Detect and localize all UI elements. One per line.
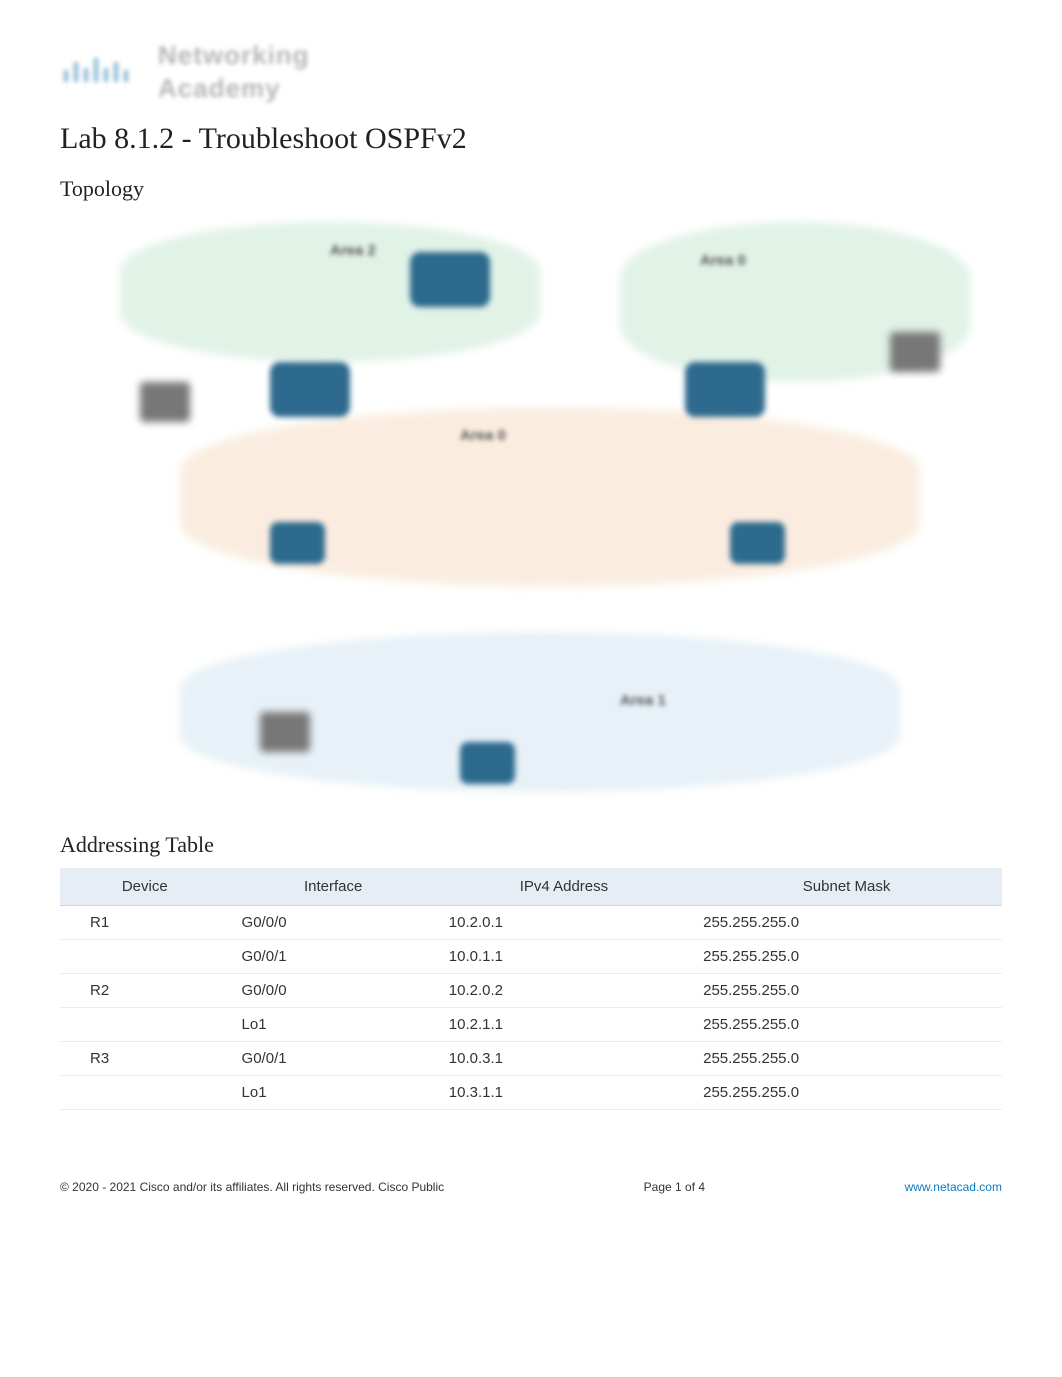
copyright-text: © 2020 - 2021 Cisco and/or its affiliate… (60, 1180, 444, 1194)
addressing-table: Device Interface IPv4 Address Subnet Mas… (60, 868, 1002, 1110)
table-row: R3 G0/0/1 10.0.3.1 255.255.255.0 (60, 1042, 1002, 1076)
area-label-0a: Area 0 (700, 252, 746, 269)
col-ipv4: IPv4 Address (437, 868, 691, 906)
area-label-2: Area 2 (330, 242, 376, 259)
cell-device (60, 1008, 230, 1042)
logo-line1: Networking (158, 40, 310, 71)
page-footer: © 2020 - 2021 Cisco and/or its affiliate… (60, 1180, 1002, 1194)
cell-mask: 255.255.255.0 (691, 1076, 1002, 1110)
cell-ipv4: 10.0.1.1 (437, 940, 691, 974)
topology-diagram: Area 0 Area 0 Area 1 Area 2 (60, 212, 1002, 812)
page-title: Lab 8.1.2 - Troubleshoot OSPFv2 (60, 122, 1002, 156)
topology-heading: Topology (60, 176, 1002, 202)
router-top-icon (410, 252, 490, 307)
cell-ipv4: 10.2.0.1 (437, 906, 691, 940)
cell-interface: G0/0/1 (230, 940, 437, 974)
pc-bottom-icon (260, 712, 310, 752)
pc-left-icon (140, 382, 190, 422)
table-row: Lo1 10.3.1.1 255.255.255.0 (60, 1076, 1002, 1110)
col-interface: Interface (230, 868, 437, 906)
logo-block: Networking Academy (60, 40, 1002, 104)
cell-interface: Lo1 (230, 1008, 437, 1042)
table-header-row: Device Interface IPv4 Address Subnet Mas… (60, 868, 1002, 906)
table-row: R1 G0/0/0 10.2.0.1 255.255.255.0 (60, 906, 1002, 940)
cell-device: R1 (60, 906, 230, 940)
cell-device (60, 940, 230, 974)
cell-ipv4: 10.2.1.1 (437, 1008, 691, 1042)
cell-device: R2 (60, 974, 230, 1008)
cell-mask: 255.255.255.0 (691, 1042, 1002, 1076)
router-d2-icon (730, 522, 785, 564)
cell-device (60, 1076, 230, 1110)
area-label-1: Area 1 (620, 692, 666, 709)
router-d1-icon (270, 522, 325, 564)
cisco-bridge-icon (60, 52, 140, 92)
pc-right-icon (890, 332, 940, 372)
table-row: Lo1 10.2.1.1 255.255.255.0 (60, 1008, 1002, 1042)
router-r2-icon (685, 362, 765, 417)
cell-interface: G0/0/0 (230, 906, 437, 940)
cell-mask: 255.255.255.0 (691, 1008, 1002, 1042)
netacad-link[interactable]: www.netacad.com (905, 1180, 1002, 1194)
table-row: R2 G0/0/0 10.2.0.2 255.255.255.0 (60, 974, 1002, 1008)
router-r1-icon (270, 362, 350, 417)
cell-ipv4: 10.3.1.1 (437, 1076, 691, 1110)
router-r3-icon (460, 742, 515, 784)
cell-interface: G0/0/1 (230, 1042, 437, 1076)
col-device: Device (60, 868, 230, 906)
col-mask: Subnet Mask (691, 868, 1002, 906)
cell-interface: Lo1 (230, 1076, 437, 1110)
area-label-0b: Area 0 (460, 427, 506, 444)
cell-mask: 255.255.255.0 (691, 940, 1002, 974)
cell-mask: 255.255.255.0 (691, 906, 1002, 940)
logo-line2: Academy (158, 73, 310, 104)
cell-device: R3 (60, 1042, 230, 1076)
addressing-heading: Addressing Table (60, 832, 1002, 858)
table-row: G0/0/1 10.0.1.1 255.255.255.0 (60, 940, 1002, 974)
logo-text: Networking Academy (158, 40, 310, 104)
cell-ipv4: 10.2.0.2 (437, 974, 691, 1008)
cell-mask: 255.255.255.0 (691, 974, 1002, 1008)
cell-ipv4: 10.0.3.1 (437, 1042, 691, 1076)
page-number: Page 1 of 4 (644, 1180, 705, 1194)
cell-interface: G0/0/0 (230, 974, 437, 1008)
